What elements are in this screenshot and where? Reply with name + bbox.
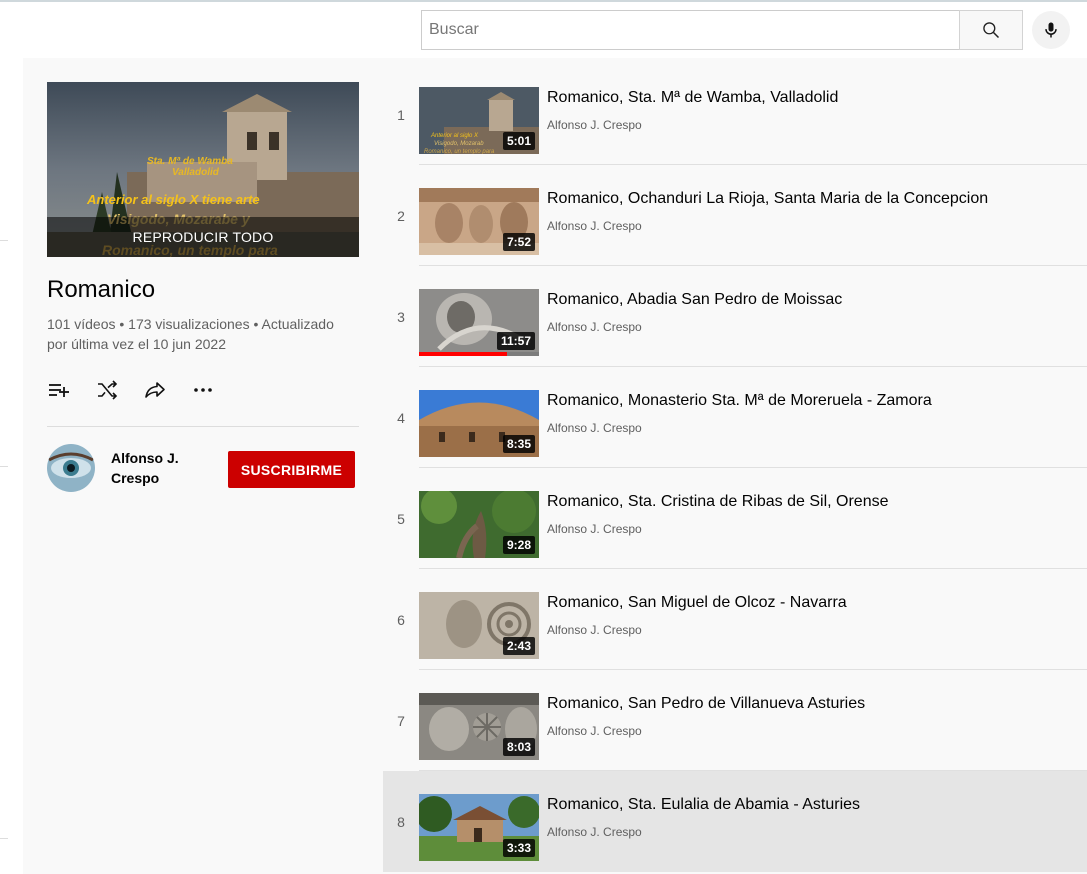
- svg-text:Sta. Mª de Wamba: Sta. Mª de Wamba: [147, 156, 233, 167]
- video-title[interactable]: Romanico, Abadia San Pedro de Moissac: [547, 290, 842, 310]
- video-title[interactable]: Romanico, Sta. Cristina de Ribas de Sil,…: [547, 492, 888, 512]
- svg-text:Valladolid: Valladolid: [172, 167, 220, 178]
- search-icon: [983, 22, 1000, 39]
- video-title[interactable]: Romanico, Sta. Eulalia de Abamia - Astur…: [547, 795, 860, 815]
- video-duration: 2:43: [502, 637, 535, 655]
- owner-name[interactable]: Alfonso J. Crespo: [111, 448, 211, 488]
- watched-progress-bar: [419, 352, 507, 356]
- video-channel[interactable]: Alfonso J. Crespo: [547, 320, 642, 334]
- video-index: 7: [397, 712, 405, 729]
- video-channel[interactable]: Alfonso J. Crespo: [547, 421, 642, 435]
- video-index: 4: [397, 409, 405, 426]
- play-all-button[interactable]: REPRODUCIR TODO: [47, 217, 359, 257]
- shuffle-icon: [98, 380, 118, 400]
- video-duration: 5:01: [502, 132, 535, 150]
- video-index: 2: [397, 207, 405, 224]
- svg-text:Visigodo, Mozarab: Visigodo, Mozarab: [434, 141, 484, 147]
- video-index: 6: [397, 611, 405, 628]
- search-button[interactable]: [959, 10, 1023, 50]
- playlist-video-row[interactable]: 1 Anterior al siglo X Visigodo, Mozarab Ro…: [383, 64, 1087, 165]
- video-duration: 3:33: [502, 839, 535, 857]
- svg-text:Anterior al siglo X tiene arte: Anterior al siglo X tiene arte: [86, 192, 260, 207]
- video-channel[interactable]: Alfonso J. Crespo: [547, 118, 642, 132]
- playlist-video-row[interactable]: 2 7:52 Romanico, Ochanduri La Rioja, San…: [383, 165, 1087, 266]
- video-thumbnail[interactable]: 11:57: [419, 289, 539, 356]
- video-channel[interactable]: Alfonso J. Crespo: [547, 623, 642, 637]
- playlist-video-row[interactable]: 5 9:28 Romanico, Sta. Cristina de Ribas …: [383, 468, 1087, 569]
- playlist-updated-line: por última vez el 10 jun 2022: [47, 336, 226, 352]
- video-duration: 8:35: [502, 435, 535, 453]
- avatar-image: [47, 444, 95, 492]
- playlist-actions: [47, 370, 231, 410]
- playlist-stats: 101 vídeos • 173 visualizaciones • Actua…: [47, 314, 359, 354]
- top-bar: [0, 2, 1087, 58]
- svg-text:Romanico, un templo para: Romanico, un templo para: [424, 149, 495, 154]
- video-thumbnail[interactable]: Anterior al siglo X Visigodo, Mozarab Roma…: [419, 87, 539, 154]
- playlist-title: Romanico: [47, 276, 156, 303]
- playlist-hero-thumbnail[interactable]: Sta. Mª de Wamba Valladolid Anterior al …: [47, 82, 359, 257]
- video-channel[interactable]: Alfonso J. Crespo: [547, 522, 642, 536]
- video-thumbnail[interactable]: 7:52: [419, 188, 539, 255]
- add-to-queue-icon: [49, 384, 69, 397]
- video-channel[interactable]: Alfonso J. Crespo: [547, 724, 642, 738]
- playlist-video-row[interactable]: 6 2:43 Romanico, San Miguel de Olcoz - N…: [383, 569, 1087, 670]
- video-title[interactable]: Romanico, Ochanduri La Rioja, Santa Mari…: [547, 189, 988, 209]
- shuffle-button[interactable]: [95, 370, 135, 410]
- edge-mark: [0, 240, 8, 241]
- share-button[interactable]: [143, 370, 183, 410]
- search-input[interactable]: [421, 10, 959, 50]
- video-thumbnail[interactable]: 8:35: [419, 390, 539, 457]
- video-thumbnail[interactable]: 3:33: [419, 794, 539, 861]
- owner-avatar[interactable]: [47, 444, 95, 492]
- video-channel[interactable]: Alfonso J. Crespo: [547, 825, 642, 839]
- microphone-icon: [1045, 22, 1057, 38]
- video-index: 1: [397, 106, 405, 123]
- video-thumbnail[interactable]: 2:43: [419, 592, 539, 659]
- playlist-video-row-active[interactable]: 8 3:33 Romanico, Sta. Eulalia de Abamia …: [383, 771, 1087, 872]
- playlist-video-row[interactable]: 3 11:57 Romanico, Abadia San Pedro de Mo…: [383, 266, 1087, 367]
- sidebar-divider: [47, 426, 359, 427]
- video-index: 5: [397, 510, 405, 527]
- voice-search-button[interactable]: [1032, 11, 1070, 49]
- video-duration: 7:52: [502, 233, 535, 251]
- video-index: 8: [397, 813, 405, 830]
- video-index: 3: [397, 308, 405, 325]
- playlist-video-row[interactable]: 4 8:35 Romanico, Monasterio Sta. Mª de M…: [383, 367, 1087, 468]
- more-options-button[interactable]: [191, 370, 231, 410]
- edge-mark: [0, 466, 8, 467]
- video-thumbnail[interactable]: 9:28: [419, 491, 539, 558]
- video-duration: 8:03: [502, 738, 535, 756]
- video-title[interactable]: Romanico, San Miguel de Olcoz - Navarra: [547, 593, 847, 613]
- more-options-icon: [194, 388, 212, 392]
- playlist-video-row[interactable]: 7 8:03 Romanico, San Pedro de Villanueva…: [383, 670, 1087, 771]
- video-duration: 11:57: [496, 332, 535, 350]
- edge-mark: [0, 838, 8, 839]
- video-title[interactable]: Romanico, San Pedro de Villanueva Asturi…: [547, 694, 865, 714]
- search-bar: [421, 10, 1023, 50]
- playlist-stats-line: 101 vídeos • 173 visualizaciones • Actua…: [47, 316, 334, 332]
- svg-text:Anterior al siglo X: Anterior al siglo X: [430, 133, 479, 139]
- subscribe-button[interactable]: SUSCRIBIRME: [228, 451, 355, 488]
- video-duration: 9:28: [502, 536, 535, 554]
- share-icon: [145, 382, 165, 398]
- video-thumbnail[interactable]: 8:03: [419, 693, 539, 760]
- add-to-queue-button[interactable]: [47, 370, 87, 410]
- playlist-sidebar: Sta. Mª de Wamba Valladolid Anterior al …: [23, 58, 383, 874]
- video-channel[interactable]: Alfonso J. Crespo: [547, 219, 642, 233]
- playlist-video-list: 1 Anterior al siglo X Visigodo, Mozarab Ro…: [383, 58, 1087, 874]
- video-title[interactable]: Romanico, Sta. Mª de Wamba, Valladolid: [547, 88, 838, 108]
- video-title[interactable]: Romanico, Monasterio Sta. Mª de Moreruel…: [547, 391, 932, 411]
